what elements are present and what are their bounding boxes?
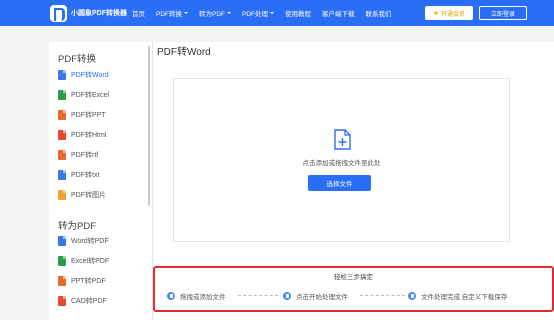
image-file-icon (58, 190, 66, 200)
vip-label: 开通会员 (440, 11, 465, 18)
sidebar-scrollbar[interactable] (148, 46, 150, 206)
steps-title: 轻松三步搞定 (334, 274, 373, 281)
chevron-down-icon (227, 12, 231, 14)
main-panel: PDF转Word 点击添加或拖拽文件至此处 选择文件 轻松三步搞定 拖拽或添加文… (153, 42, 554, 320)
nav-item-label: 联系我们 (365, 11, 392, 18)
nav-item[interactable]: 使用教程 (285, 8, 311, 18)
top-header: 小圆象PDF转换器 首页 PDF转换 转为PDF PDF处理 使用教程 客户端下载 联系我们… (0, 0, 554, 26)
sidebar-item-label: Word转PDF (71, 238, 109, 245)
step-label: 点击开始处理文件 (296, 294, 348, 301)
page-title: PDF转Word (157, 47, 211, 58)
sidebar-item[interactable]: CAD转PDF (58, 295, 107, 307)
chevron-down-icon (184, 12, 188, 14)
sidebar-item[interactable]: PDF转图片 (58, 189, 106, 201)
vip-button[interactable]: 开通会员 (425, 6, 473, 20)
sidebar-item[interactable]: PPT转PDF (58, 275, 106, 287)
logo-icon (50, 4, 67, 22)
excel-file-icon (58, 90, 66, 100)
sidebar-item[interactable]: PDF转txt (58, 169, 99, 181)
main-nav: 首页 PDF转换 转为PDF PDF处理 使用教程 客户端下载 联系我们 (132, 0, 403, 26)
sidebar-item[interactable]: PDF转PPT (58, 109, 106, 121)
sidebar-item[interactable]: Excel转PDF (58, 255, 109, 267)
choose-file-button[interactable]: 选择文件 (308, 175, 371, 191)
nav-item[interactable]: 转为PDF (199, 8, 231, 18)
sidebar-item-label: PDF转Html (71, 132, 107, 139)
nav-item-label: 使用教程 (285, 11, 311, 18)
ppt-file-icon (58, 276, 66, 286)
nav-item-label: 客户端下载 (322, 11, 355, 18)
chevron-down-icon (270, 12, 274, 14)
step-connector (360, 295, 405, 296)
step-label: 文件处理完成 自定义下载保存 (421, 294, 508, 301)
file-dropzone[interactable]: 点击添加或拖拽文件至此处 选择文件 (173, 78, 510, 242)
sidebar-section-to-pdf: 转为PDF (58, 221, 97, 232)
sidebar-item-label: CAD转PDF (71, 298, 107, 305)
word-file-icon (58, 236, 66, 246)
nav-item[interactable]: 联系我们 (366, 8, 392, 18)
nav-item-label: PDF转换 (156, 11, 182, 18)
logo-text: 小圆象PDF转换器 (71, 10, 127, 17)
app-logo[interactable]: 小圆象PDF转换器 (50, 4, 127, 22)
sidebar-item-label: PDF转Word (71, 72, 109, 79)
star-icon (433, 10, 439, 16)
sidebar-item-label: Excel转PDF (71, 258, 110, 265)
cad-file-icon (58, 296, 66, 306)
sidebar-section-pdf-convert: PDF转换 (58, 54, 97, 65)
sidebar-item[interactable]: PDF转Html (58, 129, 106, 141)
nav-item-label: 转为PDF (199, 11, 225, 18)
step-label: 拖拽或添加文件 (180, 294, 226, 301)
ppt-file-icon (58, 110, 66, 120)
upload-step-icon (167, 292, 175, 300)
nav-item-label: 首页 (132, 11, 145, 18)
login-button[interactable]: 立即登录 (479, 6, 527, 20)
download-step-icon (408, 292, 416, 300)
add-file-icon (334, 129, 351, 150)
html-file-icon (58, 130, 66, 140)
sidebar-item-label: PDF转txt (71, 172, 100, 179)
nav-item[interactable]: PDF转换 (156, 8, 188, 18)
sidebar-item[interactable]: PDF转Word (58, 69, 109, 81)
sidebar-item[interactable]: PDF转Excel (58, 89, 109, 101)
excel-file-icon (58, 256, 66, 266)
nav-item[interactable]: PDF处理 (242, 8, 274, 18)
step-item: 文件处理完成 自定义下载保存 (408, 291, 507, 301)
txt-file-icon (58, 170, 66, 180)
word-file-icon (58, 70, 66, 80)
process-step-icon (283, 292, 291, 300)
rtf-file-icon (58, 150, 66, 160)
sidebar-item[interactable]: Word转PDF (58, 235, 109, 247)
sidebar-item-label: PDF转Excel (71, 92, 110, 99)
drop-hint: 点击添加或拖拽文件至此处 (302, 160, 381, 167)
sidebar-item-label: PPT转PDF (71, 278, 106, 285)
sidebar-item-label: PDF转rtf (71, 152, 99, 159)
step-connector (238, 295, 278, 296)
nav-item[interactable]: 客户端下载 (322, 8, 355, 18)
steps-panel: 轻松三步搞定 拖拽或添加文件 点击开始处理文件 文件处理完成 自定义下载保存 (153, 266, 554, 312)
sidebar-item-label: PDF转PPT (71, 112, 106, 119)
nav-item[interactable]: 首页 (132, 8, 145, 18)
nav-item-label: PDF处理 (242, 11, 268, 18)
sidebar-item-label: PDF转图片 (71, 192, 106, 199)
sidebar-item[interactable]: PDF转rtf (58, 149, 98, 161)
sidebar: PDF转换 转为PDF PDF转Word PDF转Excel PDF转PPT PDF转… (49, 42, 153, 320)
step-item: 拖拽或添加文件 (167, 291, 226, 301)
step-item: 点击开始处理文件 (283, 291, 348, 301)
